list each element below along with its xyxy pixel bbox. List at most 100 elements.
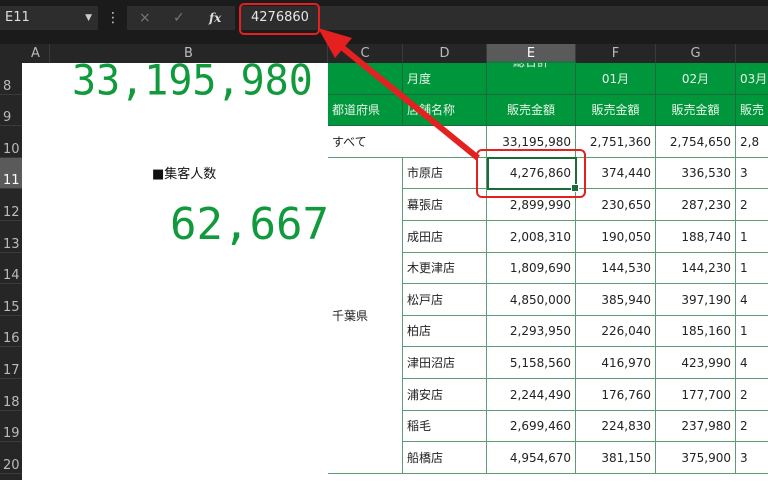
name-box[interactable]: E11 ▼	[0, 6, 98, 30]
store-name[interactable]: 津田沼店	[403, 347, 487, 379]
header-prefecture[interactable]: 都道府県	[328, 95, 403, 126]
header-total-label[interactable]: 総合計	[487, 63, 576, 95]
row-header-13[interactable]: 13	[0, 221, 22, 253]
store-m2[interactable]: 237,980	[656, 411, 736, 442]
cancel-icon[interactable]: ×	[139, 6, 151, 30]
store-m2[interactable]: 185,160	[656, 316, 736, 347]
store-name[interactable]: 柏店	[403, 316, 487, 347]
store-m1[interactable]: 385,940	[576, 284, 656, 316]
row-header-8[interactable]: 8	[0, 63, 22, 95]
store-m3[interactable]: 2	[736, 379, 768, 411]
column-header-f[interactable]: F	[576, 44, 656, 63]
store-name[interactable]: 浦安店	[403, 379, 487, 411]
visitors-value: 62,667	[170, 199, 329, 250]
store-name[interactable]: 市原店	[403, 158, 487, 189]
row-header-15[interactable]: 15	[0, 284, 22, 316]
row-header-19[interactable]: 19	[0, 411, 22, 442]
header-sales[interactable]: 販売	[736, 95, 768, 126]
all-m3[interactable]: 2,8	[736, 126, 768, 158]
store-m3[interactable]: 3	[736, 442, 768, 474]
store-m2[interactable]: 336,530	[656, 158, 736, 189]
store-total[interactable]: 4,850,000	[487, 284, 576, 316]
store-m3[interactable]: 2	[736, 189, 768, 221]
store-m1[interactable]: 381,150	[576, 442, 656, 474]
store-m1[interactable]: 176,760	[576, 379, 656, 411]
formula-buttons: × ✓ fx	[127, 6, 235, 30]
store-m1[interactable]: 226,040	[576, 316, 656, 347]
store-name[interactable]: 幕張店	[403, 189, 487, 221]
store-m1[interactable]: 224,830	[576, 411, 656, 442]
store-m2[interactable]: 423,990	[656, 347, 736, 379]
row-headers: 8 9 10 11 12 13 14 15 16 17 18 19 20	[0, 63, 22, 480]
all-m1[interactable]: 2,751,360	[576, 126, 656, 158]
store-m1[interactable]: 230,650	[576, 189, 656, 221]
store-name[interactable]: 木更津店	[403, 253, 487, 284]
row-header-17[interactable]: 17	[0, 347, 22, 379]
prefecture-cell[interactable]: 千葉県	[328, 158, 403, 474]
row-header-14[interactable]: 14	[0, 253, 22, 284]
store-total[interactable]: 4,954,670	[487, 442, 576, 474]
column-header-d[interactable]: D	[403, 44, 487, 63]
all-label[interactable]: すべて	[328, 126, 487, 158]
store-m2[interactable]: 188,740	[656, 221, 736, 253]
header-store-name[interactable]: 店舗名称	[403, 95, 487, 126]
store-m1[interactable]: 144,530	[576, 253, 656, 284]
column-header-a[interactable]: A	[22, 44, 50, 63]
row-header-16[interactable]: 16	[0, 316, 22, 347]
header-month-03[interactable]: 03月	[736, 63, 768, 95]
store-m3[interactable]: 4	[736, 284, 768, 316]
store-m3[interactable]: 1	[736, 221, 768, 253]
store-total[interactable]: 2,008,310	[487, 221, 576, 253]
column-header-c[interactable]: C	[328, 44, 403, 63]
store-m2[interactable]: 177,700	[656, 379, 736, 411]
store-m1[interactable]: 190,050	[576, 221, 656, 253]
store-name[interactable]: 稲毛	[403, 411, 487, 442]
row-header-12[interactable]: 12	[0, 189, 22, 221]
store-m2[interactable]: 287,230	[656, 189, 736, 221]
store-m2[interactable]: 144,230	[656, 253, 736, 284]
store-total[interactable]: 2,699,460	[487, 411, 576, 442]
store-total[interactable]: 5,158,560	[487, 347, 576, 379]
row-header-20[interactable]: 20	[0, 442, 22, 474]
more-options-icon[interactable]: ⋮	[106, 6, 120, 30]
total-label-text: 総合計	[513, 63, 549, 68]
store-total[interactable]: 2,244,490	[487, 379, 576, 411]
column-header-e[interactable]: E	[487, 44, 576, 63]
insert-function-icon[interactable]: fx	[209, 6, 221, 30]
formula-highlight-box	[239, 3, 320, 35]
row-header-9[interactable]: 9	[0, 95, 22, 126]
store-m3[interactable]: 3	[736, 158, 768, 189]
header-month-01[interactable]: 01月	[576, 63, 656, 95]
store-m1[interactable]: 416,970	[576, 347, 656, 379]
store-m3[interactable]: 1	[736, 316, 768, 347]
store-name[interactable]: 成田店	[403, 221, 487, 253]
chevron-down-icon[interactable]: ▼	[85, 6, 92, 30]
formula-bar: E11 ▼ ⋮ × ✓ fx 4276860	[0, 0, 768, 44]
store-m2[interactable]: 375,900	[656, 442, 736, 474]
column-header-g[interactable]: G	[656, 44, 736, 63]
row-header-18[interactable]: 18	[0, 379, 22, 411]
enter-icon[interactable]: ✓	[173, 6, 185, 30]
store-total[interactable]: 2,293,950	[487, 316, 576, 347]
row-header-11[interactable]: 11	[0, 158, 22, 189]
header-empty[interactable]	[328, 63, 403, 95]
header-sales[interactable]: 販売金額	[656, 95, 736, 126]
store-total[interactable]: 1,809,690	[487, 253, 576, 284]
store-name[interactable]: 松戸店	[403, 284, 487, 316]
store-m3[interactable]: 1	[736, 253, 768, 284]
store-m3[interactable]: 4	[736, 347, 768, 379]
store-m2[interactable]: 397,190	[656, 284, 736, 316]
store-name[interactable]: 船橋店	[403, 442, 487, 474]
store-m3[interactable]: 2	[736, 411, 768, 442]
header-month-02[interactable]: 02月	[656, 63, 736, 95]
total-sales-value: 33,195,980	[72, 56, 313, 106]
all-m2[interactable]: 2,754,650	[656, 126, 736, 158]
name-box-value: E11	[5, 10, 30, 25]
store-m1[interactable]: 374,440	[576, 158, 656, 189]
header-sales[interactable]: 販売金額	[576, 95, 656, 126]
row-header-10[interactable]: 10	[0, 126, 22, 158]
header-month-label[interactable]: 月度	[403, 63, 487, 95]
header-sales[interactable]: 販売金額	[487, 95, 576, 126]
cell-highlight-box	[476, 149, 586, 198]
column-header-h[interactable]	[736, 44, 768, 63]
